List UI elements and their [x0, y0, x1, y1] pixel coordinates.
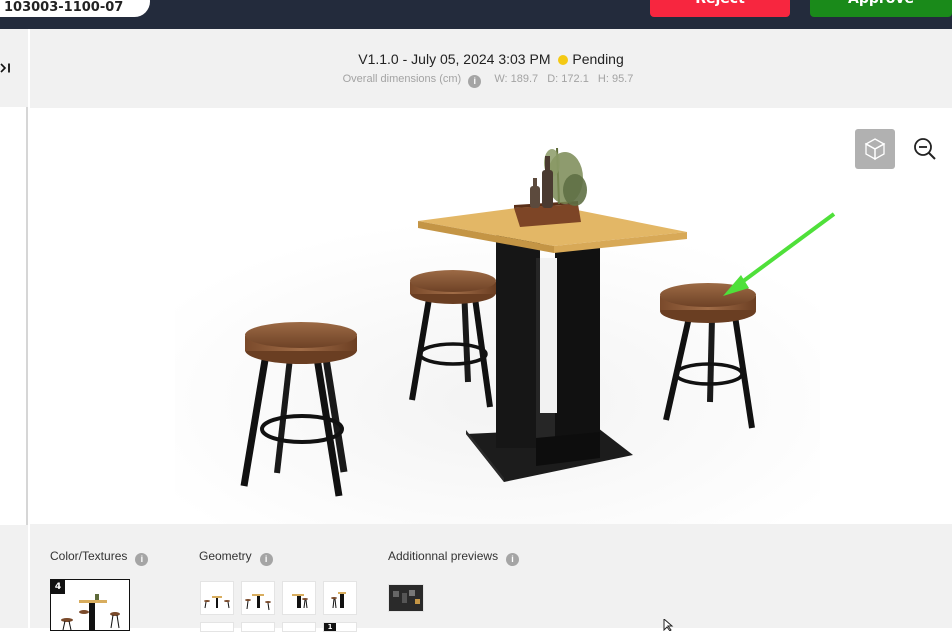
version-separator: -: [402, 51, 408, 67]
geometry-thumbnail[interactable]: [282, 622, 316, 632]
model-header: V1.1.0 - July 05, 2024 3:03 PM Pending O…: [30, 29, 952, 108]
status-dot-icon: [558, 55, 569, 65]
additional-preview-thumbnail[interactable]: [388, 584, 424, 612]
dimensions-label: Overall dimensions (cm): [342, 73, 462, 85]
product-id-text: 103003-1100-07: [4, 0, 124, 15]
furniture-render: [175, 147, 836, 524]
zoom-out-icon[interactable]: [910, 134, 940, 164]
top-bar: 103003-1100-07 Reject Approve: [0, 0, 952, 29]
geometry-thumbnail[interactable]: [241, 581, 275, 615]
version-number: V1.1.0: [358, 51, 399, 67]
geometry-section: Geometry i: [199, 549, 283, 566]
variant-count-badge: 4: [51, 580, 65, 594]
left-sidebar: [0, 29, 28, 628]
geometry-count-badge: 1: [324, 623, 336, 631]
info-icon[interactable]: i: [259, 553, 273, 566]
version-line: V1.1.0 - July 05, 2024 3:03 PM Pending: [30, 51, 952, 67]
dimension-height: H: 95.7: [597, 73, 634, 85]
product-id-field[interactable]: 103003-1100-07: [0, 0, 150, 17]
previews-label: Additionnal previews: [388, 549, 499, 563]
approve-button[interactable]: Approve: [810, 0, 952, 17]
collapse-right-icon[interactable]: [0, 62, 12, 77]
previews-section: Additionnal previews i: [388, 549, 529, 566]
color-textures-section: Color/Textures i: [50, 549, 158, 566]
color-textures-label: Color/Textures: [50, 549, 128, 563]
geometry-thumbnail[interactable]: [282, 581, 316, 615]
version-date: July 05, 2024 3:03 PM: [411, 51, 551, 67]
info-icon[interactable]: i: [135, 553, 149, 566]
status-text: Pending: [572, 51, 624, 67]
sidebar-footer: [0, 525, 28, 628]
dimensions-line: Overall dimensions (cm) i W: 189.7 D: 17…: [30, 73, 952, 88]
cube-icon[interactable]: [855, 129, 895, 169]
geometry-thumbnail[interactable]: [323, 581, 357, 615]
reject-button[interactable]: Reject: [650, 0, 790, 17]
info-icon[interactable]: i: [468, 75, 482, 88]
geometry-thumbnail[interactable]: [200, 622, 234, 632]
model-viewer[interactable]: [30, 108, 952, 524]
mouse-cursor-icon: [663, 619, 674, 631]
geometry-label: Geometry: [199, 549, 252, 563]
sidebar-header: [0, 29, 28, 107]
geometry-thumbnail[interactable]: [200, 581, 234, 615]
geometry-thumbnail[interactable]: 1: [323, 622, 357, 632]
dimension-depth: D: 172.1: [547, 73, 589, 85]
info-icon[interactable]: i: [506, 553, 520, 566]
color-texture-thumbnail[interactable]: 4: [50, 579, 130, 631]
dimension-width: W: 189.7: [494, 73, 539, 85]
geometry-thumbnail[interactable]: [241, 622, 275, 632]
asset-panel: Color/Textures i Geometry i Additionnal pr…: [30, 524, 952, 632]
